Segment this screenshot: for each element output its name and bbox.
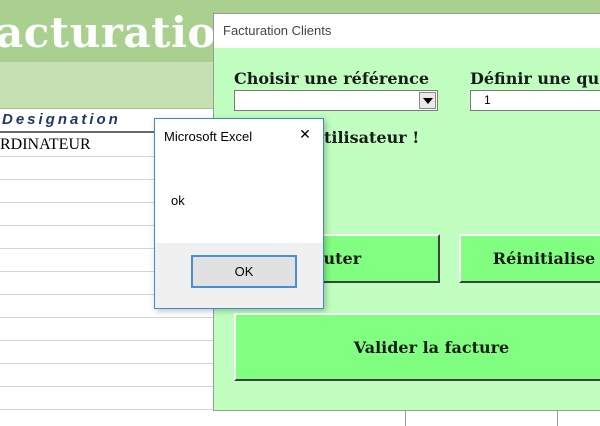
ok-button[interactable]: OK: [191, 255, 297, 288]
quantity-label: Définir une qua: [470, 69, 600, 88]
user-message-label: tilisateur !: [324, 128, 420, 147]
chevron-down-icon[interactable]: [419, 92, 436, 109]
excel-message-box[interactable]: Microsoft Excel ✕ ok OK: [154, 118, 324, 309]
userform-title: Facturation Clients: [223, 23, 332, 38]
validate-invoice-button[interactable]: Valider la facture: [234, 313, 600, 381]
reset-button[interactable]: Réinitialise: [459, 234, 600, 283]
userform-titlebar[interactable]: Facturation Clients: [214, 14, 600, 48]
designation-column-header[interactable]: Designation: [2, 111, 121, 131]
quantity-field[interactable]: 1: [470, 90, 600, 111]
msgbox-title: Microsoft Excel: [164, 129, 253, 144]
close-icon[interactable]: ✕: [293, 124, 317, 146]
designation-cell[interactable]: RDINATEUR: [0, 136, 91, 154]
reference-combobox[interactable]: [234, 90, 438, 111]
reference-label: Choisir une référence: [234, 69, 430, 88]
banner-title: acturation: [0, 8, 247, 57]
msgbox-message: ok: [171, 193, 185, 208]
